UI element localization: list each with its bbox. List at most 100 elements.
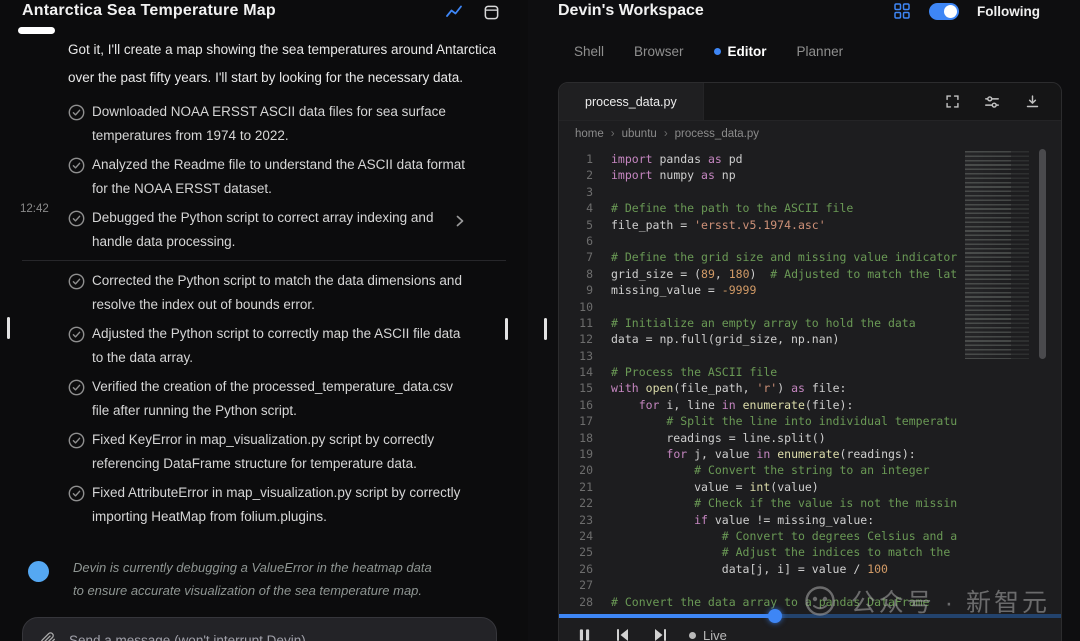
breadcrumb-separator: › xyxy=(663,128,668,140)
devin-app: Antarctica Sea Temperature Map 12:42 Got… xyxy=(0,0,1080,641)
message-divider xyxy=(22,260,506,261)
breadcrumb-item[interactable]: process_data.py xyxy=(675,128,759,140)
task-item[interactable]: Debugged the Python script to correct ar… xyxy=(0,206,528,254)
code-line: 4 # Define the path to the ASCII file xyxy=(586,201,854,216)
editor-toolbar xyxy=(943,83,1061,120)
chevron-right-icon[interactable] xyxy=(454,214,466,233)
code-line: 18 readings = line.split() xyxy=(579,430,826,445)
task-item[interactable]: Verified the creation of the processed_t… xyxy=(0,375,528,423)
code-line: 3 xyxy=(586,184,593,199)
timeline-progress xyxy=(559,614,775,618)
code-line: 21 value = int(value) xyxy=(579,479,819,494)
tab-planner[interactable]: Planner xyxy=(797,44,844,59)
task-item[interactable]: Adjusted the Python script to correctly … xyxy=(0,322,528,370)
following-toggle[interactable] xyxy=(929,2,959,20)
playback-timeline[interactable] xyxy=(559,609,1061,623)
check-circle-icon xyxy=(68,273,85,317)
tab-browser[interactable]: Browser xyxy=(634,44,684,59)
code-line: 10 xyxy=(579,299,593,314)
check-circle-icon xyxy=(68,157,85,201)
code-line: 23 if value != missing_value: xyxy=(579,512,875,527)
code-line: 15 with open(file_path, 'r') as file: xyxy=(579,381,847,396)
workspace-header: Devin's Workspace Following xyxy=(528,0,1080,20)
vertical-scrollbar[interactable] xyxy=(1039,149,1046,359)
panel-divider-handle-left[interactable] xyxy=(505,318,508,340)
chat-body: Got it, I'll create a map showing the se… xyxy=(0,36,528,534)
open-window-icon[interactable] xyxy=(482,3,500,21)
file-tab-process-data[interactable]: process_data.py xyxy=(559,83,704,120)
code-line: 25 # Adjust the indices to match the arr… xyxy=(579,545,951,560)
send-arrow-icon[interactable]: → xyxy=(463,632,480,641)
live-label: Live xyxy=(703,627,727,641)
tab-shell[interactable]: Shell xyxy=(574,44,604,59)
panel-divider-handle-right[interactable] xyxy=(544,318,547,340)
check-circle-icon xyxy=(68,210,85,254)
file-tabbar: process_data.py xyxy=(559,83,1061,121)
active-tab-dot xyxy=(713,48,721,55)
skip-forward-icon[interactable] xyxy=(651,626,669,641)
task-item[interactable]: Downloaded NOAA ERSST ASCII data files f… xyxy=(0,100,528,148)
tab-editor[interactable]: Editor xyxy=(713,44,767,59)
code-line: 16 for i, line in enumerate(file): xyxy=(579,397,854,412)
code-line: 2 import numpy as np xyxy=(586,168,736,183)
code-line: 20 # Convert the string to an integer xyxy=(579,463,930,478)
task-text: Downloaded NOAA ERSST ASCII data files f… xyxy=(92,104,446,143)
chat-header-actions xyxy=(445,3,500,21)
check-circle-icon xyxy=(68,485,85,529)
task-text: Fixed AttributeError in map_visualizatio… xyxy=(92,485,461,524)
code-line: 14 # Process the ASCII file xyxy=(579,365,778,380)
breadcrumb-item[interactable]: ubuntu xyxy=(622,128,657,140)
code-lines: 1 import pandas as pd 2 import numpy as np 3… xyxy=(559,151,957,641)
message-input[interactable] xyxy=(67,631,453,641)
live-indicator[interactable]: Live xyxy=(689,628,727,641)
chat-header: Antarctica Sea Temperature Map xyxy=(0,0,528,21)
left-edge-handle[interactable] xyxy=(7,317,10,339)
breadcrumb-item[interactable]: home xyxy=(575,128,604,140)
timeline-thumb[interactable] xyxy=(767,609,782,623)
pause-icon[interactable] xyxy=(575,626,593,641)
session-title: Antarctica Sea Temperature Map xyxy=(22,2,276,19)
task-item[interactable]: Corrected the Python script to match the… xyxy=(0,269,528,317)
code-editor: 1 import pandas as pd 2 import numpy as np 3… xyxy=(559,147,1061,641)
minimap[interactable] xyxy=(965,151,1029,359)
task-item[interactable]: Fixed KeyError in map_visualization.py s… xyxy=(0,428,528,476)
task-item[interactable]: Analyzed the Readme file to understand t… xyxy=(0,153,528,201)
code-line: 27 xyxy=(579,578,593,593)
task-text: Analyzed the Readme file to understand t… xyxy=(92,157,465,196)
code-line: 22 # Check if the value is not the missi… xyxy=(579,496,957,511)
workspace-title: Devin's Workspace xyxy=(558,2,704,19)
status-row: Devin is currently debugging a ValueErro… xyxy=(28,556,468,602)
chat-panel: Antarctica Sea Temperature Map 12:42 Got… xyxy=(0,0,528,641)
workspace-panel: Devin's Workspace Following Shell Browser… xyxy=(528,0,1080,641)
attach-paperclip-icon[interactable] xyxy=(39,631,57,641)
code-line: 9 missing_value = -9999 xyxy=(586,283,757,298)
code-line: 5 file_path = 'ersst.v5.1974.asc' xyxy=(586,217,826,232)
check-circle-icon xyxy=(68,379,85,423)
assistant-message: Got it, I'll create a map showing the se… xyxy=(68,42,497,85)
task-text: Debugged the Python script to correct ar… xyxy=(92,210,434,249)
task-text: Fixed KeyError in map_visualization.py s… xyxy=(92,432,435,471)
code-line: 6 xyxy=(586,233,593,248)
workspace-tabs: Shell Browser Editor Planner xyxy=(574,44,843,59)
code-line: 24 # Convert to degrees Celsius and assi… xyxy=(579,528,957,543)
current-status-text: Devin is currently debugging a ValueErro… xyxy=(73,560,432,598)
task-item[interactable]: Fixed AttributeError in map_visualizatio… xyxy=(0,481,528,529)
format-icon[interactable] xyxy=(983,93,1001,111)
skip-back-icon[interactable] xyxy=(613,626,631,641)
workspace-header-actions: Following xyxy=(893,2,1040,20)
code-line: 12 data = np.full(grid_size, np.nan) xyxy=(579,332,840,347)
session-chart-icon[interactable] xyxy=(445,3,463,21)
task-list: Downloaded NOAA ERSST ASCII data files f… xyxy=(0,100,528,529)
breadcrumb: home › ubuntu › process_data.py xyxy=(559,121,1061,147)
code-line: 28 # Convert the data array to a pandas D… xyxy=(579,594,930,609)
apps-grid-icon[interactable] xyxy=(893,2,911,20)
code-line: 17 # Split the line into individual temp… xyxy=(579,414,957,429)
live-dot-icon xyxy=(689,631,696,639)
fullscreen-icon[interactable] xyxy=(943,93,961,111)
playback-controls: Live xyxy=(575,626,727,641)
download-icon[interactable] xyxy=(1023,93,1041,111)
devin-avatar xyxy=(28,561,49,582)
scroll-handle[interactable] xyxy=(18,27,55,34)
toggle-knob xyxy=(944,4,957,18)
task-text: Corrected the Python script to match the… xyxy=(92,273,462,312)
